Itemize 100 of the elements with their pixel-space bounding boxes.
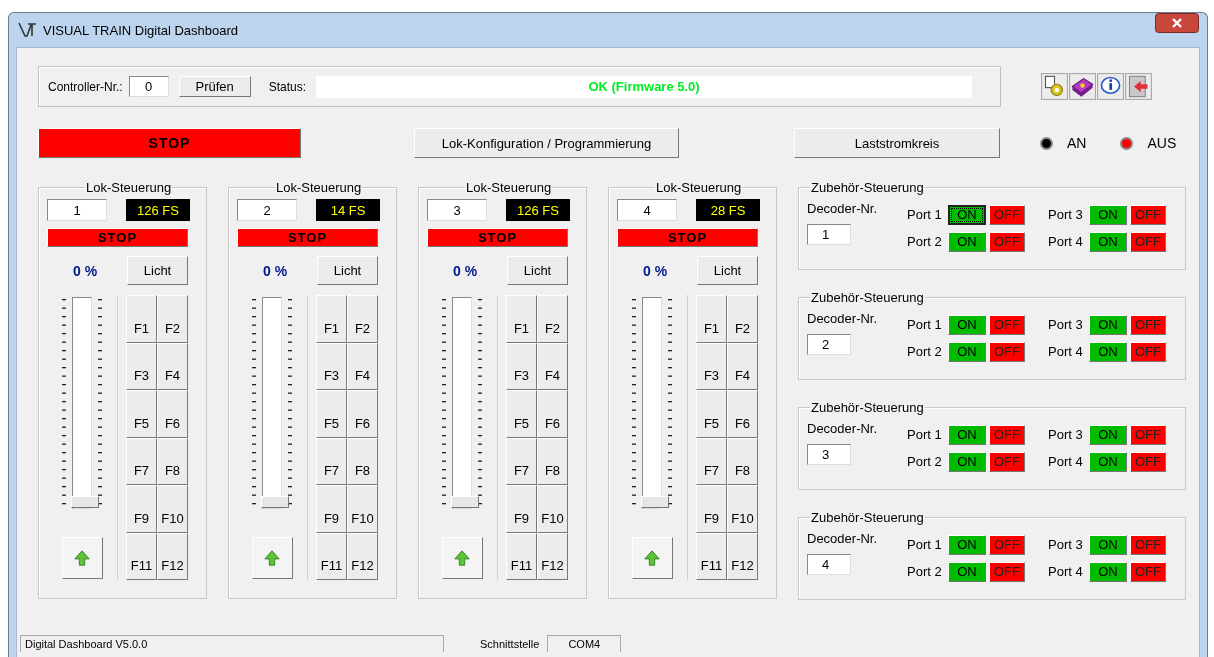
function-button[interactable]: F7 bbox=[316, 437, 347, 485]
off-button[interactable]: OFF bbox=[1130, 561, 1166, 582]
controller-field[interactable]: 0 bbox=[128, 76, 169, 97]
function-button[interactable]: F7 bbox=[126, 437, 157, 485]
function-button[interactable]: F4 bbox=[727, 342, 758, 390]
off-button[interactable]: OFF bbox=[1130, 231, 1166, 252]
direction-button[interactable] bbox=[251, 537, 293, 579]
configuration-button[interactable]: Lok-Konfiguration / Programmierung bbox=[414, 128, 679, 158]
function-button[interactable]: F12 bbox=[347, 532, 378, 580]
info-icon[interactable] bbox=[1097, 73, 1124, 100]
function-button[interactable]: F1 bbox=[506, 295, 537, 343]
address-field[interactable]: 1 bbox=[47, 199, 107, 221]
function-button[interactable]: F7 bbox=[506, 437, 537, 485]
on-button[interactable]: ON bbox=[1089, 561, 1127, 582]
off-button[interactable]: OFF bbox=[989, 424, 1025, 445]
function-button[interactable]: F6 bbox=[347, 390, 378, 438]
function-button[interactable]: F9 bbox=[506, 485, 537, 533]
function-button[interactable]: F10 bbox=[537, 485, 568, 533]
off-button[interactable]: OFF bbox=[989, 231, 1025, 252]
on-button[interactable]: ON bbox=[1089, 451, 1127, 472]
on-button[interactable]: ON bbox=[948, 341, 986, 362]
function-button[interactable]: F12 bbox=[157, 532, 188, 580]
slider-thumb[interactable] bbox=[641, 496, 669, 508]
emergency-stop-button[interactable]: STOP bbox=[38, 128, 301, 158]
on-button[interactable]: ON bbox=[948, 534, 986, 555]
function-button[interactable]: F2 bbox=[727, 295, 758, 343]
function-button[interactable]: F11 bbox=[506, 532, 537, 580]
address-field[interactable]: 2 bbox=[237, 199, 297, 221]
function-button[interactable]: F8 bbox=[157, 437, 188, 485]
off-button[interactable]: OFF bbox=[989, 561, 1025, 582]
function-button[interactable]: F2 bbox=[537, 295, 568, 343]
slider-thumb[interactable] bbox=[71, 496, 99, 508]
function-button[interactable]: F8 bbox=[537, 437, 568, 485]
function-button[interactable]: F12 bbox=[537, 532, 568, 580]
direction-button[interactable] bbox=[441, 537, 483, 579]
close-button[interactable] bbox=[1155, 13, 1199, 33]
on-button[interactable]: ON bbox=[948, 231, 986, 252]
on-button[interactable]: ON bbox=[948, 314, 986, 335]
on-button[interactable]: ON bbox=[1089, 314, 1127, 335]
address-field[interactable]: 4 bbox=[617, 199, 677, 221]
function-button[interactable]: F10 bbox=[727, 485, 758, 533]
on-button[interactable]: ON bbox=[948, 204, 986, 225]
on-button[interactable]: ON bbox=[948, 424, 986, 445]
off-button[interactable]: OFF bbox=[1130, 314, 1166, 335]
function-button[interactable]: F1 bbox=[696, 295, 727, 343]
slider-thumb[interactable] bbox=[451, 496, 479, 508]
off-button[interactable]: OFF bbox=[1130, 534, 1166, 555]
function-button[interactable]: F2 bbox=[347, 295, 378, 343]
decoder-field[interactable]: 2 bbox=[807, 334, 851, 355]
power-circuit-button[interactable]: Laststromkreis bbox=[794, 128, 1000, 158]
address-field[interactable]: 3 bbox=[427, 199, 487, 221]
function-button[interactable]: F7 bbox=[696, 437, 727, 485]
on-button[interactable]: ON bbox=[1089, 424, 1127, 445]
function-button[interactable]: F4 bbox=[347, 342, 378, 390]
function-button[interactable]: F11 bbox=[316, 532, 347, 580]
function-button[interactable]: F1 bbox=[126, 295, 157, 343]
loco-stop-button[interactable]: STOP bbox=[427, 228, 568, 247]
function-button[interactable]: F2 bbox=[157, 295, 188, 343]
off-button[interactable]: OFF bbox=[989, 451, 1025, 472]
off-button[interactable]: OFF bbox=[1130, 424, 1166, 445]
function-button[interactable]: F5 bbox=[126, 390, 157, 438]
light-button[interactable]: Licht bbox=[507, 256, 568, 285]
on-button[interactable]: ON bbox=[1089, 534, 1127, 555]
function-button[interactable]: F6 bbox=[157, 390, 188, 438]
function-button[interactable]: F3 bbox=[316, 342, 347, 390]
function-button[interactable]: F5 bbox=[696, 390, 727, 438]
off-button[interactable]: OFF bbox=[989, 341, 1025, 362]
function-button[interactable]: F3 bbox=[126, 342, 157, 390]
direction-button[interactable] bbox=[61, 537, 103, 579]
on-button[interactable]: ON bbox=[1089, 341, 1127, 362]
function-button[interactable]: F9 bbox=[316, 485, 347, 533]
function-button[interactable]: F3 bbox=[696, 342, 727, 390]
function-button[interactable]: F11 bbox=[696, 532, 727, 580]
function-button[interactable]: F6 bbox=[537, 390, 568, 438]
function-button[interactable]: F8 bbox=[347, 437, 378, 485]
check-button[interactable]: Prüfen bbox=[178, 76, 251, 97]
off-button[interactable]: OFF bbox=[1130, 341, 1166, 362]
on-button[interactable]: ON bbox=[948, 451, 986, 472]
on-button[interactable]: ON bbox=[1089, 204, 1127, 225]
off-button[interactable]: OFF bbox=[1130, 451, 1166, 472]
decoder-field[interactable]: 1 bbox=[807, 224, 851, 245]
light-button[interactable]: Licht bbox=[317, 256, 378, 285]
decoder-field[interactable]: 3 bbox=[807, 444, 851, 465]
off-button[interactable]: OFF bbox=[1130, 204, 1166, 225]
gear-icon[interactable] bbox=[1041, 73, 1068, 100]
loco-stop-button[interactable]: STOP bbox=[237, 228, 378, 247]
function-button[interactable]: F11 bbox=[126, 532, 157, 580]
function-button[interactable]: F4 bbox=[537, 342, 568, 390]
loco-stop-button[interactable]: STOP bbox=[47, 228, 188, 247]
function-button[interactable]: F3 bbox=[506, 342, 537, 390]
function-button[interactable]: F9 bbox=[126, 485, 157, 533]
function-button[interactable]: F1 bbox=[316, 295, 347, 343]
function-button[interactable]: F6 bbox=[727, 390, 758, 438]
direction-button[interactable] bbox=[631, 537, 673, 579]
off-button[interactable]: OFF bbox=[989, 204, 1025, 225]
function-button[interactable]: F9 bbox=[696, 485, 727, 533]
function-button[interactable]: F12 bbox=[727, 532, 758, 580]
function-button[interactable]: F5 bbox=[316, 390, 347, 438]
slider-thumb[interactable] bbox=[261, 496, 289, 508]
function-button[interactable]: F5 bbox=[506, 390, 537, 438]
